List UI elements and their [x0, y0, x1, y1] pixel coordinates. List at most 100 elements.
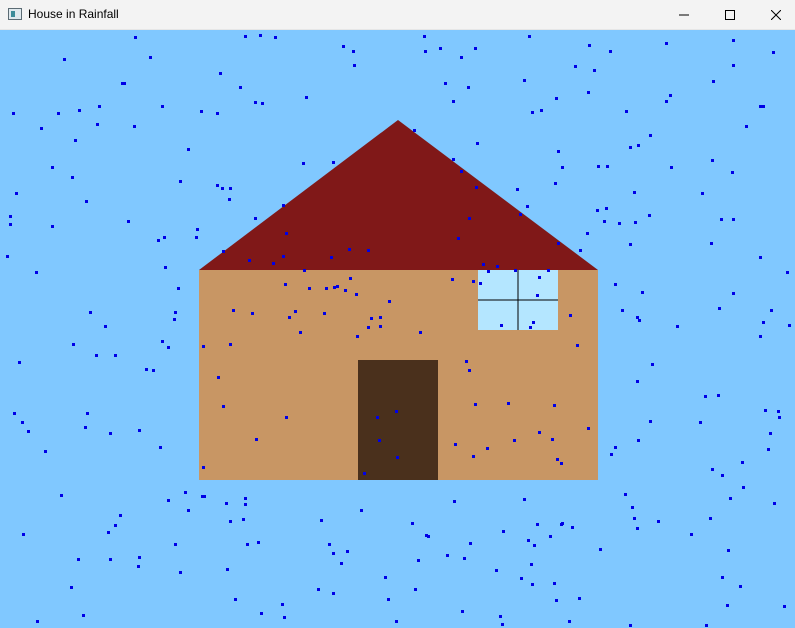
raindrop — [367, 326, 370, 329]
raindrop — [281, 603, 284, 606]
raindrop — [523, 79, 526, 82]
raindrop — [651, 363, 654, 366]
raindrop — [261, 102, 264, 105]
raindrop — [614, 446, 617, 449]
raindrop — [610, 453, 613, 456]
raindrop — [457, 237, 460, 240]
raindrop — [727, 549, 730, 552]
raindrop — [531, 583, 534, 586]
raindrop — [705, 624, 708, 627]
raindrop — [229, 343, 232, 346]
raindrop — [177, 287, 180, 290]
raindrop — [773, 502, 776, 505]
raindrop — [603, 220, 606, 223]
raindrop — [260, 612, 263, 615]
raindrop — [149, 56, 152, 59]
raindrop — [203, 495, 206, 498]
raindrop — [174, 543, 177, 546]
raindrop — [222, 250, 225, 253]
raindrop — [533, 544, 536, 547]
raindrop — [323, 312, 326, 315]
raindrop — [777, 410, 780, 413]
raindrop — [138, 429, 141, 432]
raindrop — [629, 146, 632, 149]
close-button[interactable] — [753, 0, 795, 30]
raindrop — [614, 283, 617, 286]
raindrop — [621, 309, 624, 312]
raindrop — [244, 503, 247, 506]
raindrop — [528, 35, 531, 38]
raindrop — [633, 191, 636, 194]
raindrop — [593, 69, 596, 72]
raindrop — [547, 269, 550, 272]
raindrop — [519, 213, 522, 216]
raindrop — [772, 51, 775, 54]
raindrop — [759, 335, 762, 338]
raindrop — [164, 266, 167, 269]
raindrop — [452, 158, 455, 161]
close-icon — [771, 10, 781, 20]
raindrop — [523, 498, 526, 501]
raindrop — [248, 259, 251, 262]
raindrop — [551, 438, 554, 441]
raindrop — [22, 533, 25, 536]
raindrop — [36, 620, 39, 623]
raindrop — [6, 255, 9, 258]
drawing-canvas — [0, 30, 795, 628]
raindrop — [134, 36, 137, 39]
raindrop — [174, 311, 177, 314]
raindrop — [414, 588, 417, 591]
raindrop — [63, 58, 66, 61]
raindrop — [85, 200, 88, 203]
raindrop — [636, 316, 639, 319]
raindrop — [98, 105, 101, 108]
raindrop — [222, 405, 225, 408]
raindrop — [717, 394, 720, 397]
raindrop — [272, 262, 275, 265]
raindrop — [597, 165, 600, 168]
raindrop — [732, 39, 735, 42]
raindrop — [411, 522, 414, 525]
raindrop — [360, 509, 363, 512]
raindrop — [217, 376, 220, 379]
raindrop — [239, 86, 242, 89]
raindrop — [332, 552, 335, 555]
raindrop — [476, 142, 479, 145]
raindrop — [690, 533, 693, 536]
raindrop — [187, 509, 190, 512]
raindrop — [424, 50, 427, 53]
raindrop — [378, 439, 381, 442]
raindrop — [516, 188, 519, 191]
raindrop — [370, 317, 373, 320]
raindrop — [251, 312, 254, 315]
maximize-button[interactable] — [707, 0, 753, 30]
raindrop — [578, 597, 581, 600]
raindrop — [229, 520, 232, 523]
minimize-button[interactable] — [661, 0, 707, 30]
raindrop — [576, 344, 579, 347]
raindrop — [465, 360, 468, 363]
raindrop — [770, 309, 773, 312]
raindrop — [376, 416, 379, 419]
raindrop — [336, 285, 339, 288]
raindrop — [333, 286, 336, 289]
raindrop — [173, 318, 176, 321]
raindrop — [89, 311, 92, 314]
raindrop — [282, 255, 285, 258]
raindrop — [96, 123, 99, 126]
raindrop — [282, 204, 285, 207]
raindrop — [15, 192, 18, 195]
raindrop — [472, 280, 475, 283]
title-bar[interactable]: House in Rainfall — [0, 0, 795, 30]
raindrop — [161, 340, 164, 343]
raindrop — [152, 369, 155, 372]
raindrop — [367, 249, 370, 252]
raindrop — [556, 458, 559, 461]
raindrop — [157, 239, 160, 242]
raindrop — [317, 588, 320, 591]
raindrop — [499, 615, 502, 618]
raindrop — [74, 139, 77, 142]
raindrop — [568, 620, 571, 623]
raindrop — [330, 256, 333, 259]
raindrop — [133, 125, 136, 128]
